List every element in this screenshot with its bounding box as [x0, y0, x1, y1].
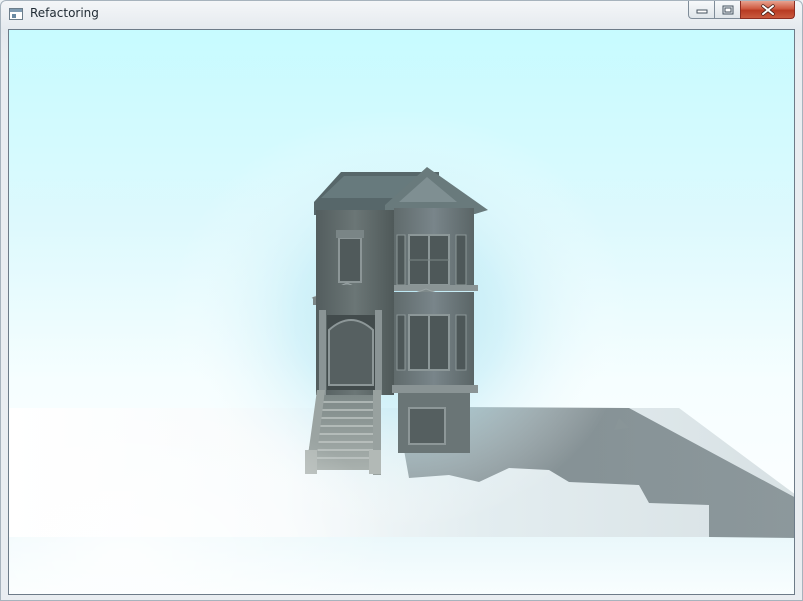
fog: [9, 330, 469, 594]
window-controls: [688, 1, 796, 20]
minimize-button[interactable]: [688, 1, 715, 19]
minimize-icon: [696, 9, 708, 14]
app-window: Refactoring: [0, 0, 803, 601]
close-icon: [761, 4, 775, 16]
app-icon[interactable]: [9, 8, 23, 20]
maximize-icon: [722, 5, 734, 15]
window-title: Refactoring: [30, 6, 99, 20]
scene-canvas[interactable]: [9, 30, 795, 595]
maximize-button[interactable]: [714, 1, 741, 19]
render-viewport[interactable]: [8, 29, 795, 595]
close-button[interactable]: [740, 1, 795, 19]
title-bar[interactable]: Refactoring: [1, 1, 802, 29]
